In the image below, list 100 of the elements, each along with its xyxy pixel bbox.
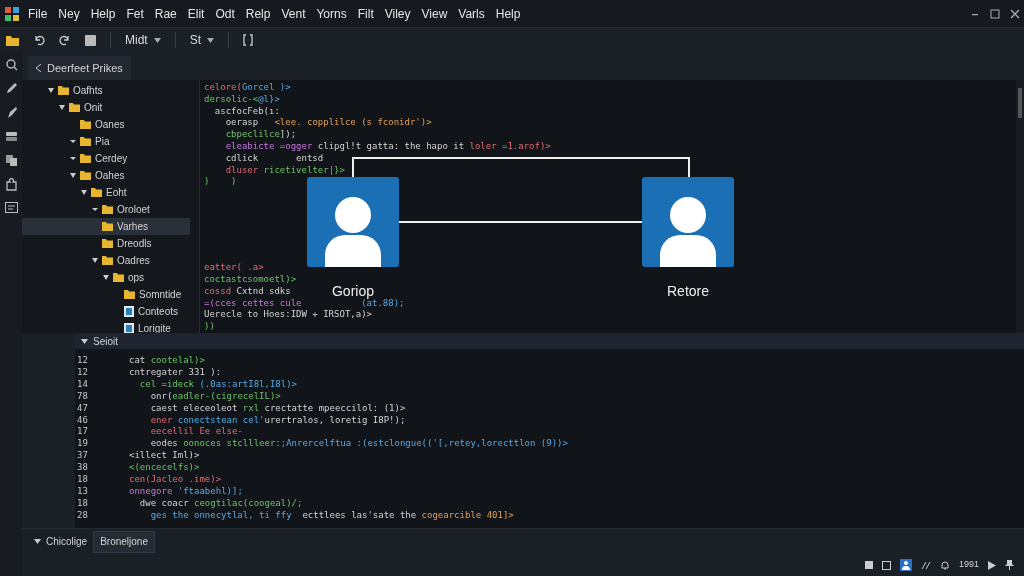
menu-item[interactable]: Vent — [281, 4, 306, 23]
line-number: 46 — [76, 414, 89, 427]
code-line: eatter( .a> — [204, 262, 264, 274]
menu-item[interactable]: View — [421, 4, 448, 23]
editor-tab[interactable]: Deerfeet Prikes — [28, 56, 131, 80]
menu-item[interactable]: Elit — [187, 4, 205, 23]
folder-icon — [80, 120, 91, 129]
menu-item[interactable]: Filt — [357, 4, 374, 23]
close-icon[interactable] — [1010, 8, 1020, 19]
play-icon[interactable] — [988, 560, 996, 570]
chevron-down-icon[interactable] — [103, 275, 109, 280]
code-line: onnegore 'ftaabehl)]; — [129, 485, 243, 498]
chevron-down-icon[interactable] — [92, 258, 98, 263]
tree-item[interactable]: Somntide — [22, 286, 190, 303]
menu-item[interactable]: Varls — [458, 4, 485, 23]
panel-tab[interactable]: Chicolige — [28, 530, 94, 553]
chevron-down-icon — [34, 539, 41, 544]
code-line: onr(eadler-(cigrecelIL)> — [149, 390, 281, 403]
tree-item[interactable]: Conteots — [22, 303, 190, 320]
chevron-down-icon[interactable] — [92, 208, 98, 211]
tree-item[interactable]: Onit — [22, 99, 190, 116]
tree-item[interactable]: Oahes — [22, 167, 190, 184]
line-number: 47 — [76, 402, 89, 415]
chevron-down-icon[interactable] — [70, 140, 76, 143]
tree-item[interactable]: Oanes — [22, 116, 190, 133]
undo-icon[interactable] — [33, 34, 45, 46]
terminal-icon[interactable] — [4, 202, 18, 213]
file-icon — [124, 323, 134, 334]
restore-icon[interactable] — [990, 8, 1000, 19]
folder-icon — [102, 222, 113, 231]
code-line: ges the onnecytlal, ti ffy ecttlees las'sate the cogearcible 401]> — [149, 509, 514, 522]
menu-item[interactable]: Viley — [384, 4, 411, 23]
code-line: cossd Cxtnd sdks — [204, 285, 291, 298]
caret-icon — [207, 37, 214, 43]
menu-item[interactable]: Relp — [245, 4, 271, 23]
menu-item[interactable]: Help — [90, 4, 116, 23]
line-number: 19 — [76, 438, 89, 451]
code-line: cen(Jacleo .ime)> — [129, 474, 222, 486]
menu-item[interactable]: Odt — [215, 4, 235, 23]
slash-icon[interactable] — [920, 560, 931, 570]
menu-item[interactable]: Yorns — [316, 4, 347, 23]
code-line: <illect Iml)> — [129, 450, 200, 463]
save-icon[interactable] — [85, 34, 96, 46]
folder-icon[interactable] — [6, 34, 19, 46]
code-line: eleabicte =ogger clipgl!t gatta: the hapo it loler =1.arof)> — [224, 141, 551, 153]
menu-item[interactable]: Help — [495, 4, 521, 23]
code-line: ener conectstean cel'urertralos, loretig I8P!); — [149, 414, 406, 427]
node-label: Goriop — [330, 286, 376, 298]
menu-item[interactable]: Ney — [58, 4, 80, 23]
toolbar-dropdown[interactable]: Midt — [125, 31, 161, 49]
code-line: cdlick entsd — [224, 152, 324, 165]
menu-item[interactable]: Fet — [126, 4, 144, 23]
node-label: Retore — [665, 286, 711, 298]
person-icon[interactable] — [899, 559, 912, 571]
line-number: 12 — [76, 355, 89, 367]
folder-icon — [102, 256, 113, 265]
square-icon[interactable] — [864, 561, 873, 569]
tree-item[interactable]: Oadres — [22, 252, 190, 269]
panel-tab[interactable]: Broneljone — [93, 530, 155, 553]
folder-icon — [102, 239, 113, 248]
folder-icon — [113, 273, 124, 282]
chevron-down-icon[interactable] — [59, 105, 65, 110]
tree-item[interactable]: Varhes — [22, 218, 190, 235]
tree-item[interactable]: ops — [22, 269, 190, 286]
code-line: oerasp <lee. copplilce (s fconidr')> — [224, 117, 432, 130]
bracket-icon[interactable] — [243, 34, 253, 46]
chevron-down-icon[interactable] — [70, 173, 76, 178]
pencil-icon[interactable] — [4, 82, 18, 95]
chevron-left-icon — [36, 64, 41, 72]
chevron-down-icon[interactable] — [81, 190, 87, 195]
chevron-down-icon[interactable] — [81, 338, 88, 344]
code-line: coctastcsomoetl)> — [204, 273, 297, 286]
caret-icon — [153, 37, 161, 43]
tree-item[interactable]: Oroloet — [22, 201, 190, 218]
line-number: 17 — [76, 426, 89, 439]
file-icon — [124, 306, 134, 317]
window-icon[interactable] — [881, 560, 891, 570]
search-icon[interactable] — [4, 58, 18, 71]
tree-item[interactable]: Lorigite — [22, 320, 190, 337]
tree-item[interactable]: Eoht — [22, 184, 190, 201]
tree-item[interactable]: Dreodls — [22, 235, 190, 252]
copy-icon[interactable] — [4, 154, 18, 167]
scrollbar-thumb[interactable] — [1018, 88, 1022, 118]
bell-icon[interactable] — [939, 560, 950, 570]
menu-item[interactable]: File — [28, 4, 48, 23]
chevron-down-icon[interactable] — [48, 88, 54, 93]
line-number: 13 — [76, 485, 89, 498]
pin-icon[interactable] — [1005, 560, 1014, 570]
tree-item[interactable]: Oafhts — [22, 82, 190, 99]
folder-icon — [69, 103, 80, 112]
menu-item[interactable]: Rae — [154, 4, 177, 23]
line-number: 28 — [76, 509, 89, 522]
toolbar-dropdown[interactable]: St — [189, 31, 214, 49]
tree-item[interactable]: Cerdey — [22, 150, 190, 167]
redo-icon[interactable] — [59, 34, 71, 46]
chevron-down-icon[interactable] — [70, 157, 76, 160]
line-number: 37 — [76, 450, 89, 463]
line-number: 18 — [76, 497, 89, 510]
tree-item[interactable]: Pia — [22, 133, 190, 150]
stack-icon[interactable] — [4, 130, 18, 143]
